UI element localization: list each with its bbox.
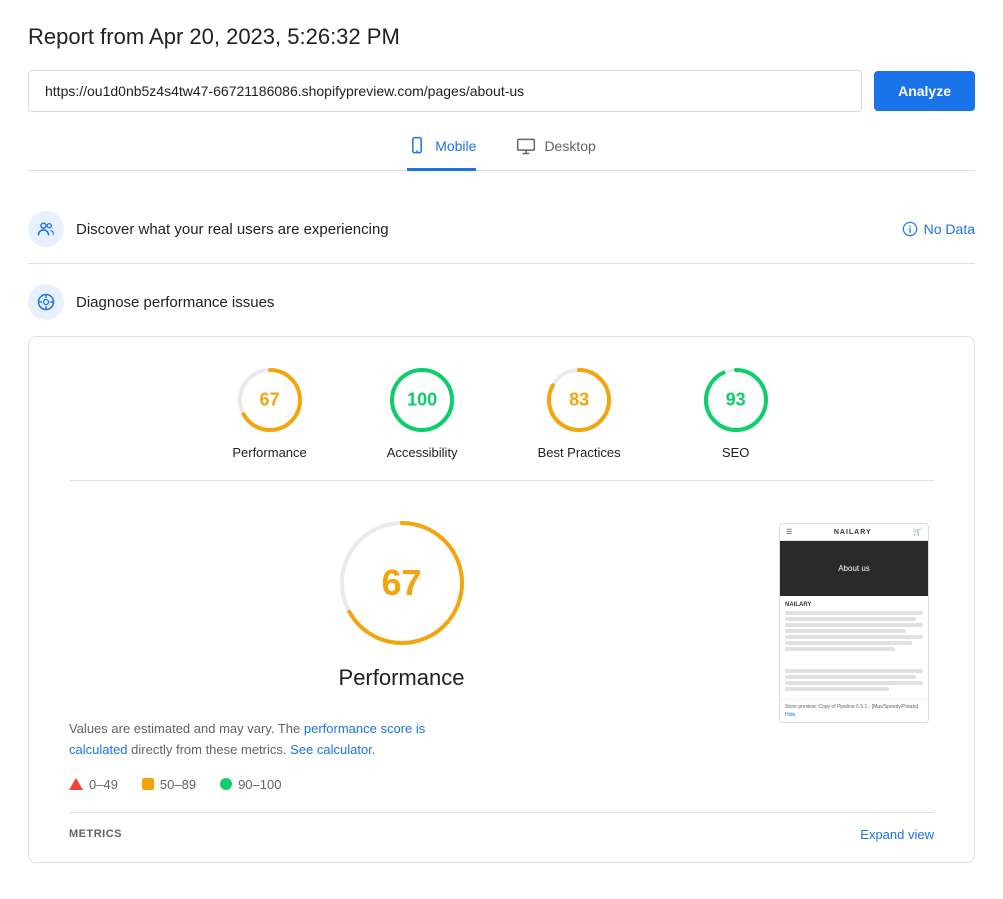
preview-para-3 (785, 623, 923, 627)
preview-body: NAILARY (780, 596, 928, 699)
score-item-performance[interactable]: 67 Performance (232, 365, 306, 460)
legend-item-good: 90–100 (220, 777, 281, 792)
preview-store-label: NAILARY (785, 602, 923, 608)
tabs-row: Mobile Desktop (28, 136, 975, 171)
perf-section-title: Performance (69, 665, 734, 691)
discover-left: Discover what your real users are experi… (28, 211, 389, 247)
legend-bad-icon (69, 778, 83, 790)
info-icon (902, 221, 918, 237)
perf-left: 67 Performance Values are estimated and … (69, 513, 734, 792)
perf-description: Values are estimated and may vary. The p… (69, 719, 469, 761)
preview-cart-icon: 🛒 (913, 528, 922, 536)
score-value-performance: 67 (260, 390, 280, 411)
diagnose-section: Diagnose performance issues 67 Performan… (28, 284, 975, 863)
preview-logo-text: NAILARY (834, 529, 872, 536)
legend-medium-icon (142, 778, 154, 790)
preview-para-10 (785, 681, 923, 685)
no-data-text: No Data (924, 221, 975, 237)
url-row: Analyze (28, 70, 975, 112)
scores-panel: 67 Performance 100 Accessibility (28, 336, 975, 863)
preview-footer: Store preview: Copy of Pipeline 6.5.1 - … (780, 699, 928, 722)
metrics-label: METRICS (69, 828, 122, 840)
legend-bad-range: 0–49 (89, 777, 118, 792)
big-score-value: 67 (381, 562, 421, 604)
preview-para-4 (785, 629, 906, 633)
discover-text: Discover what your real users are experi… (76, 221, 389, 238)
perf-desc-text: Values are estimated and may vary. The (69, 721, 300, 736)
score-label-performance: Performance (232, 445, 306, 460)
preview-para-6 (785, 641, 912, 645)
discover-section: Discover what your real users are experi… (28, 195, 975, 264)
discover-icon-wrap (28, 211, 64, 247)
score-item-best-practices[interactable]: 83 Best Practices (538, 365, 621, 460)
tab-desktop-label: Desktop (544, 138, 595, 154)
metrics-bar: METRICS Expand view (69, 812, 934, 842)
mobile-icon (407, 136, 427, 156)
preview-para-2 (785, 617, 916, 621)
preview-hero: About us (780, 541, 928, 596)
analyze-button[interactable]: Analyze (874, 71, 975, 111)
preview-footer-text: Store preview: Copy of Pipeline 6.5.1 - … (785, 704, 923, 710)
diagnose-icon-wrap (28, 284, 64, 320)
diagnose-header: Diagnose performance issues (28, 284, 975, 320)
report-title: Report from Apr 20, 2023, 5:26:32 PM (28, 24, 975, 50)
users-icon (36, 219, 56, 239)
desktop-icon (516, 136, 536, 156)
score-value-seo: 93 (726, 390, 746, 411)
score-circle-best-practices: 83 (544, 365, 614, 435)
scores-row: 67 Performance 100 Accessibility (69, 365, 934, 481)
score-label-accessibility: Accessibility (387, 445, 458, 460)
diagnose-text: Diagnose performance issues (76, 294, 274, 311)
score-item-seo[interactable]: 93 SEO (701, 365, 771, 460)
preview-header: ☰ NAILARY 🛒 (780, 524, 928, 541)
preview-para-9 (785, 675, 916, 679)
score-value-best-practices: 83 (569, 390, 589, 411)
legend-medium-range: 50–89 (160, 777, 196, 792)
perf-see-calc-link[interactable]: See calculator. (290, 742, 375, 757)
score-label-seo: SEO (722, 445, 749, 460)
score-circle-accessibility: 100 (387, 365, 457, 435)
url-input[interactable] (28, 70, 862, 112)
score-circle-seo: 93 (701, 365, 771, 435)
wrench-icon (36, 292, 56, 312)
perf-right: ☰ NAILARY 🛒 About us NAILARY (774, 513, 934, 792)
score-label-best-practices: Best Practices (538, 445, 621, 460)
preview-para-7 (785, 647, 895, 651)
preview-para-11 (785, 687, 889, 691)
legend-item-bad: 0–49 (69, 777, 118, 792)
preview-hide-link[interactable]: Hide (785, 712, 923, 718)
preview-para-8 (785, 669, 923, 673)
big-circle-wrap: 67 Performance (69, 513, 734, 703)
score-circle-performance: 67 (235, 365, 305, 435)
preview-logo: ☰ (786, 528, 792, 536)
preview-hero-text: About us (838, 564, 870, 573)
big-circle: 67 (332, 513, 472, 653)
tab-desktop[interactable]: Desktop (516, 136, 595, 171)
score-item-accessibility[interactable]: 100 Accessibility (387, 365, 458, 460)
perf-desc-cont: directly from these metrics. (131, 742, 286, 757)
legend-good-range: 90–100 (238, 777, 281, 792)
legend-row: 0–49 50–89 90–100 (69, 777, 281, 792)
performance-detail: 67 Performance Values are estimated and … (69, 489, 934, 812)
score-value-accessibility: 100 (407, 390, 437, 411)
website-preview: ☰ NAILARY 🛒 About us NAILARY (779, 523, 929, 723)
expand-view-link[interactable]: Expand view (860, 827, 934, 842)
preview-para-1 (785, 611, 923, 615)
legend-item-medium: 50–89 (142, 777, 196, 792)
tab-mobile-label: Mobile (435, 138, 476, 154)
tab-mobile[interactable]: Mobile (407, 136, 476, 171)
no-data-link[interactable]: No Data (902, 221, 975, 237)
preview-para-5 (785, 635, 923, 639)
legend-good-icon (220, 778, 232, 790)
